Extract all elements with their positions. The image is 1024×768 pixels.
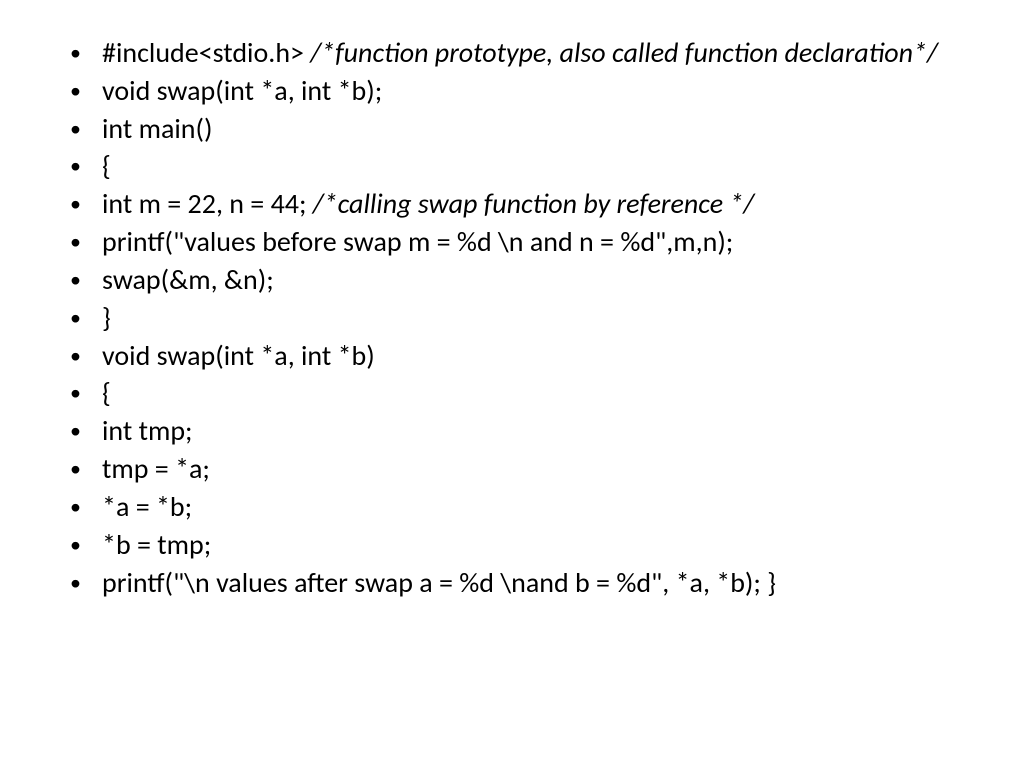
list-item: int tmp; <box>55 413 969 449</box>
code-text: { <box>102 375 111 410</box>
code-text: *a = *b; <box>102 489 192 524</box>
code-text: swap(&m, &n); <box>102 262 274 297</box>
slide-content: #include<stdio.h> /*function prototype, … <box>0 0 1024 637</box>
list-item: #include<stdio.h> /*function prototype, … <box>55 35 969 71</box>
list-item: void swap(int *a, int *b) <box>55 338 969 374</box>
code-text: { <box>102 148 111 183</box>
list-item: { <box>55 148 969 184</box>
list-item: } <box>55 300 969 336</box>
list-item: *b = tmp; <box>55 527 969 563</box>
code-text: } <box>102 300 111 335</box>
list-item: int m = 22, n = 44; /*calling swap funct… <box>55 186 969 222</box>
list-item: tmp = *a; <box>55 451 969 487</box>
code-text: int main() <box>102 111 212 146</box>
list-item: int main() <box>55 111 969 147</box>
code-comment: /*function prototype, also called functi… <box>310 35 938 70</box>
list-item: printf("\n values after swap a = %d \nan… <box>55 565 969 601</box>
code-comment: /*calling swap function by reference */ <box>313 186 755 221</box>
code-text: printf("\n values after swap a = %d \nan… <box>102 565 776 600</box>
code-text: #include<stdio.h> <box>102 35 310 70</box>
code-list: #include<stdio.h> /*function prototype, … <box>55 35 969 600</box>
code-text: int tmp; <box>102 413 193 448</box>
code-text: void swap(int *a, int *b); <box>102 73 382 108</box>
code-text: *b = tmp; <box>102 527 211 562</box>
list-item: printf("values before swap m = %d \n and… <box>55 224 969 260</box>
list-item: void swap(int *a, int *b); <box>55 73 969 109</box>
list-item: swap(&m, &n); <box>55 262 969 298</box>
code-text: void swap(int *a, int *b) <box>102 338 375 373</box>
code-text: int m = 22, n = 44; <box>102 186 313 221</box>
list-item: { <box>55 375 969 411</box>
code-text: printf("values before swap m = %d \n and… <box>102 224 733 259</box>
list-item: *a = *b; <box>55 489 969 525</box>
code-text: tmp = *a; <box>102 451 210 486</box>
